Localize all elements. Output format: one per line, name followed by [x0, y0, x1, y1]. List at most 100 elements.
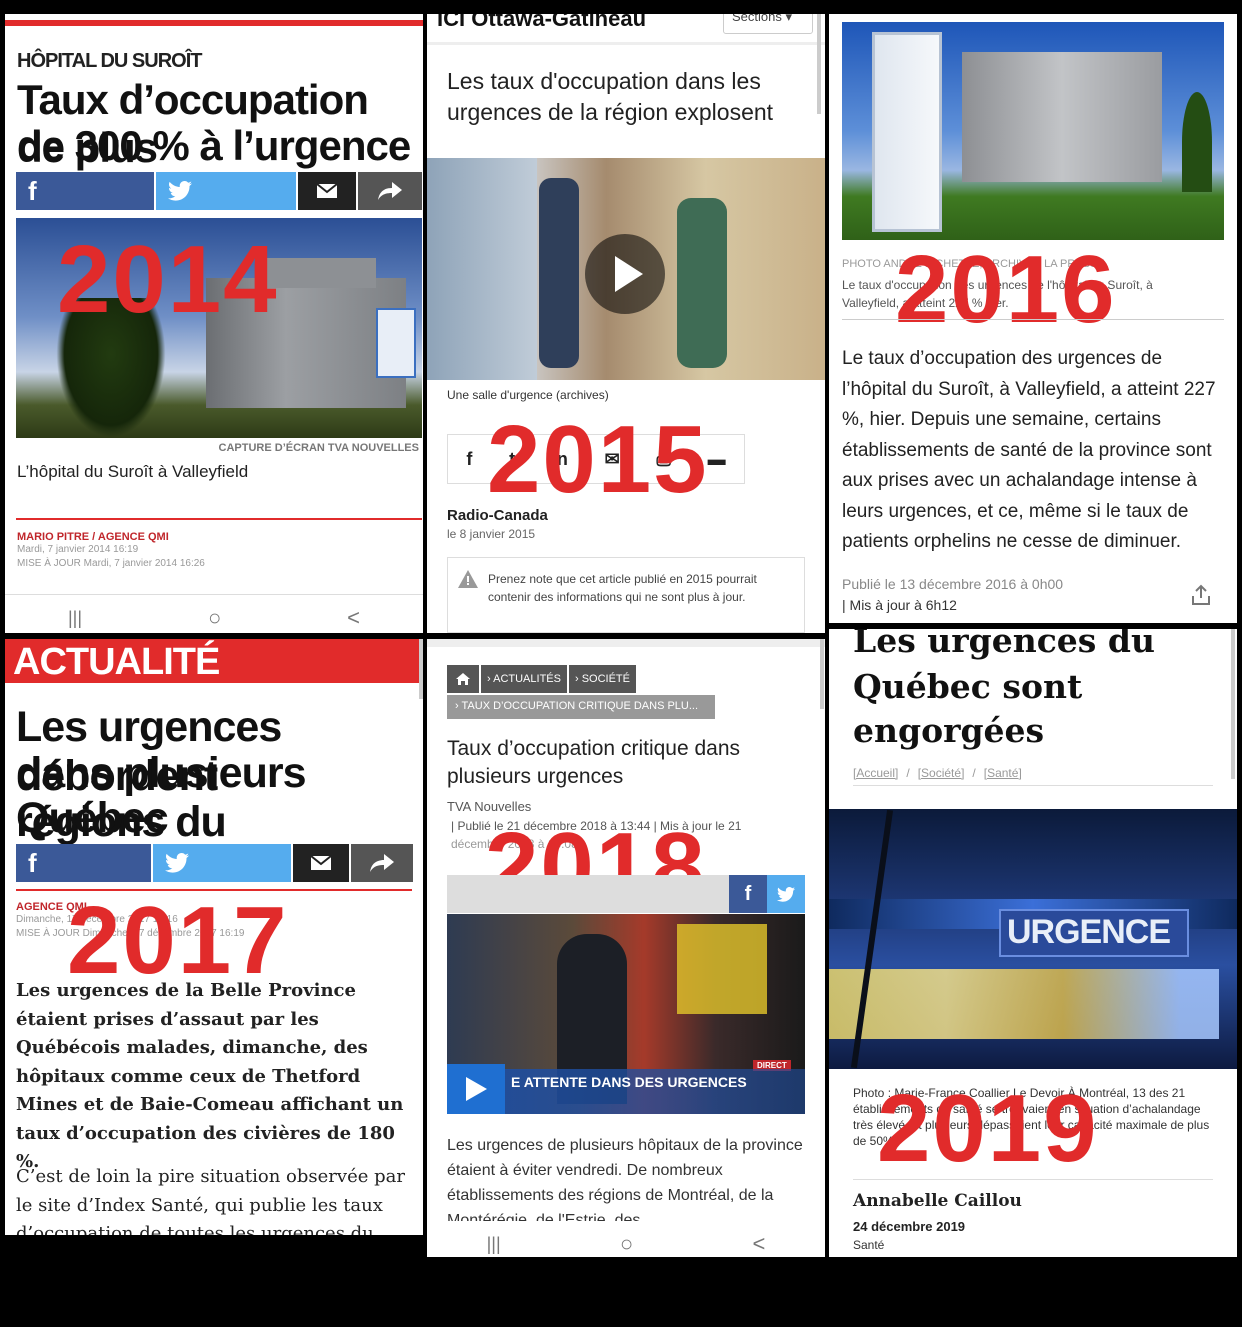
twitter-icon: [168, 181, 192, 201]
home-icon: [456, 673, 470, 685]
email-share-button[interactable]: [293, 844, 349, 882]
warning-icon: [458, 570, 478, 588]
published-date: Publié le 13 décembre 2016 à 0h00: [842, 576, 1064, 592]
facebook-share-button[interactable]: f: [16, 844, 151, 882]
crumb-sante[interactable]: [Santé]: [984, 766, 1022, 780]
play-button[interactable]: [447, 1064, 505, 1114]
hospital-photo: [842, 22, 1224, 240]
panel-2014: HÔPITAL DU SUROÎT Taux d’occupation de p…: [5, 14, 423, 633]
video-banner: E ATTENTE DANS DES URGENCES: [511, 1074, 747, 1090]
home-button[interactable]: ○: [620, 1231, 633, 1257]
category: Santé: [853, 1238, 885, 1252]
source: TVA Nouvelles: [447, 799, 532, 814]
android-nav-bar: ||| ○ <: [5, 603, 423, 633]
article-lead: Les urgences de la Belle Province étaien…: [16, 980, 404, 1172]
headline: Les taux d'occupation dans les urgences …: [447, 68, 774, 125]
photo-caption: L’hôpital du Suroît à Valleyfield: [17, 462, 249, 481]
home-button[interactable]: ○: [208, 605, 221, 631]
twitter-icon: [165, 853, 189, 873]
section-label: ACTUALITÉ: [13, 641, 220, 683]
envelope-icon: [316, 183, 338, 198]
forward-arrow-icon: [378, 182, 402, 200]
recent-apps-button[interactable]: |||: [487, 1234, 501, 1255]
play-button[interactable]: [585, 234, 665, 314]
panel-2016: PHOTO ANDRÉ PICHETTE, ARCHIVES LA PRESSE…: [829, 14, 1237, 623]
share-bar: f: [16, 172, 422, 210]
site-name: ICI Ottawa-Gatineau: [437, 14, 647, 31]
twitter-share-button[interactable]: [767, 875, 805, 913]
headline-line3: Québec: [16, 794, 169, 842]
author: Annabelle Caillou: [853, 1191, 1022, 1211]
twitter-icon: [777, 886, 795, 902]
crumb-accueil[interactable]: [Accueil]: [853, 766, 898, 780]
video-caption: Une salle d'urgence (archives): [447, 388, 609, 402]
forward-share-button[interactable]: [358, 172, 422, 210]
play-icon: [615, 256, 643, 292]
updated-date: MISE À JOUR Mardi, 7 janvier 2014 16:26: [17, 558, 205, 569]
breadcrumb: [Accueil] / [Société] / [Santé]: [853, 766, 1022, 780]
notice-box: Prenez note que cet article publié en 20…: [447, 557, 805, 633]
hospital-sign: [872, 32, 942, 232]
twitter-share-button[interactable]: [156, 172, 296, 210]
comment-icon[interactable]: ▬: [708, 449, 726, 470]
crumb-article: › TAUX D’OCCUPATION CRITIQUE DANS PLU...: [447, 695, 715, 719]
video-player[interactable]: DIRECT E ATTENTE DANS DES URGENCES: [447, 914, 805, 1114]
urgence-sign: URGENCE: [1007, 913, 1171, 951]
facebook-share-button[interactable]: f: [729, 875, 767, 913]
hospital-building: [962, 52, 1162, 182]
notice-text: Prenez note que cet article publié en 20…: [488, 572, 757, 604]
panel-2015: ICI Ottawa-Gatineau Sections ▾ Les taux …: [427, 14, 825, 633]
section-banner: ACTUALITÉ: [5, 639, 419, 683]
share-icon[interactable]: [1191, 584, 1211, 606]
crumb-actualites[interactable]: › ACTUALITÉS: [481, 665, 567, 693]
author: MARIO PITRE / AGENCE QMI: [17, 531, 169, 543]
video-thumbnail[interactable]: [427, 158, 825, 380]
scrollbar[interactable]: [817, 14, 821, 114]
twitter-share-button[interactable]: [153, 844, 291, 882]
crumb-societe[interactable]: [Société]: [918, 766, 965, 780]
year-label: 2017: [67, 887, 289, 994]
android-nav-bar: ||| ○ <: [427, 1229, 825, 1257]
date: le 8 janvier 2015: [447, 527, 536, 541]
headline-line2: Québec sont: [853, 667, 1083, 706]
crumb-societe[interactable]: › SOCIÉTÉ: [568, 665, 636, 693]
panel-2017: ACTUALITÉ Les urgences débordent dans pl…: [5, 639, 423, 1235]
home-crumb[interactable]: [447, 665, 479, 693]
facebook-share-button[interactable]: f: [16, 172, 154, 210]
year-label: 2014: [57, 226, 279, 333]
sections-label: Sections: [732, 14, 782, 24]
updated-date: | Mis à jour à 6h12: [842, 597, 957, 613]
envelope-icon: [310, 855, 332, 870]
back-button[interactable]: <: [347, 605, 360, 631]
article-body: Les urgences de plusieurs hôpitaux de la…: [447, 1137, 803, 1221]
emergency-photo: URGENCE: [829, 809, 1237, 1069]
recent-apps-button[interactable]: |||: [68, 608, 82, 629]
headline-line1: Les urgences du: [853, 629, 1155, 660]
breadcrumb: › ACTUALITÉS › SOCIÉTÉ: [447, 665, 636, 693]
date: Mardi, 7 janvier 2014 16:19: [17, 544, 139, 555]
headline-line3: engorgées: [853, 711, 1045, 750]
article-body: C’est de loin la pire situation observée…: [16, 1166, 405, 1235]
article-body: Le taux d’occupation des urgences de l’h…: [842, 348, 1216, 552]
forward-arrow-icon: [370, 854, 394, 872]
play-icon: [466, 1077, 487, 1101]
headline-line2: de 300 % à l’urgence: [17, 122, 411, 169]
facebook-icon[interactable]: f: [466, 449, 472, 470]
back-button[interactable]: <: [752, 1231, 765, 1257]
date: 24 décembre 2019: [853, 1219, 966, 1234]
panel-2019: Les urgences du Québec sont engorgées [A…: [829, 629, 1237, 1257]
year-label: 2015: [487, 406, 709, 513]
forward-share-button[interactable]: [351, 844, 413, 882]
email-share-button[interactable]: [298, 172, 356, 210]
headline: Taux d’occupation critique dans plusieur…: [447, 737, 741, 788]
top-red-rule: [5, 20, 423, 26]
source: Radio-Canada: [447, 507, 548, 524]
kicker: HÔPITAL DU SUROÎT: [17, 50, 202, 72]
sections-button[interactable]: Sections ▾: [723, 14, 813, 34]
photo-credit: CAPTURE D’ÉCRAN TVA NOUVELLES: [218, 442, 419, 454]
panel-2018: › ACTUALITÉS › SOCIÉTÉ › TAUX D’OCCUPATI…: [427, 639, 825, 1257]
hospital-sign: [376, 308, 416, 378]
year-label: 2016: [895, 236, 1117, 343]
share-bar: f: [16, 844, 413, 882]
year-label: 2019: [877, 1075, 1099, 1182]
